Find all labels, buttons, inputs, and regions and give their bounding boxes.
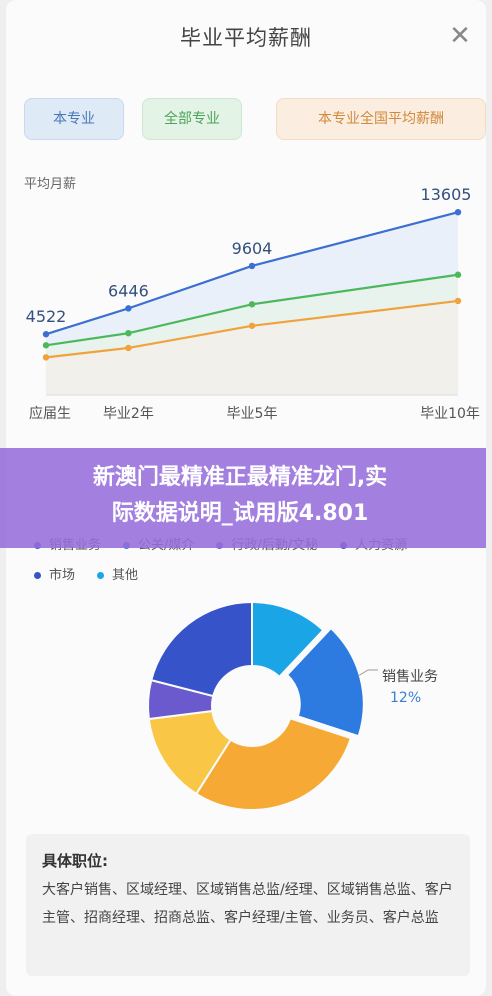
banner-line-1: 新澳门最精准正最精准龙门,实: [92, 465, 388, 490]
legend-label: 其他: [112, 568, 139, 583]
callout-value: 12%: [390, 690, 422, 706]
x-tick-3: 毕业5年: [227, 406, 278, 422]
callout-line: [357, 669, 378, 677]
point-3-3: [248, 322, 256, 329]
legend-label: 市场: [49, 568, 76, 583]
close-icon[interactable]: ✕: [448, 23, 472, 49]
point-1-3: [248, 262, 256, 270]
chip-all-majors[interactable]: 全部专业: [142, 98, 242, 140]
point-1-2: [125, 305, 132, 312]
data-label-4: 13605: [421, 185, 472, 204]
data-label-3: 9604: [232, 239, 273, 258]
point-2-4: [454, 271, 462, 278]
point-3-2: [125, 344, 132, 352]
data-label-1: 4522: [26, 307, 67, 326]
job-distribution-donut: [147, 600, 378, 811]
legend-dot-icon: [34, 572, 41, 579]
point-2-1: [42, 342, 50, 349]
page-title: 毕业平均薪酬: [180, 26, 312, 50]
chip-national-average[interactable]: 本专业全国平均薪酬: [276, 98, 486, 140]
x-tick-4: 毕业10年: [420, 406, 480, 422]
overlay-banner: 新澳门最精准正最精准龙门,实 际数据说明_试用版4.801: [0, 448, 486, 548]
point-3-4: [454, 297, 462, 305]
legend-item: 其他: [97, 564, 138, 583]
y-axis-label: 平均月薪: [24, 177, 76, 192]
point-2-2: [125, 329, 132, 337]
banner-line-2: 际数据说明_试用版4.801: [111, 501, 369, 526]
x-tick-2: 毕业2年: [103, 406, 154, 422]
legend-dot-icon: [97, 572, 105, 579]
slice-navy[interactable]: [150, 600, 253, 698]
legend-row-2: 市场 其他: [34, 564, 160, 583]
positions-box: 具体职位: 大客户销售、区域经理、区域销售总监/经理、区域销售总监、客户主管、招…: [26, 834, 470, 976]
point-1-1: [42, 331, 50, 338]
callout-label: 销售业务: [382, 669, 438, 685]
point-1-4: [454, 208, 462, 216]
positions-title: 具体职位:: [42, 852, 108, 870]
chip-this-major[interactable]: 本专业: [24, 98, 124, 140]
x-tick-1: 应届生: [29, 405, 71, 422]
salary-line-chart: 平均月薪 4522 6446 9604 13605 应届生 毕业2年 毕业5年 毕业10年: [24, 177, 480, 422]
data-label-2: 6446: [108, 281, 149, 300]
legend-item: 市场: [34, 564, 75, 583]
point-2-3: [248, 301, 256, 308]
positions-text: 大客户销售、区域经理、区域销售总监/经理、区域销售总监、客户主管、招商经理、招商…: [42, 882, 453, 926]
point-3-1: [42, 354, 50, 361]
